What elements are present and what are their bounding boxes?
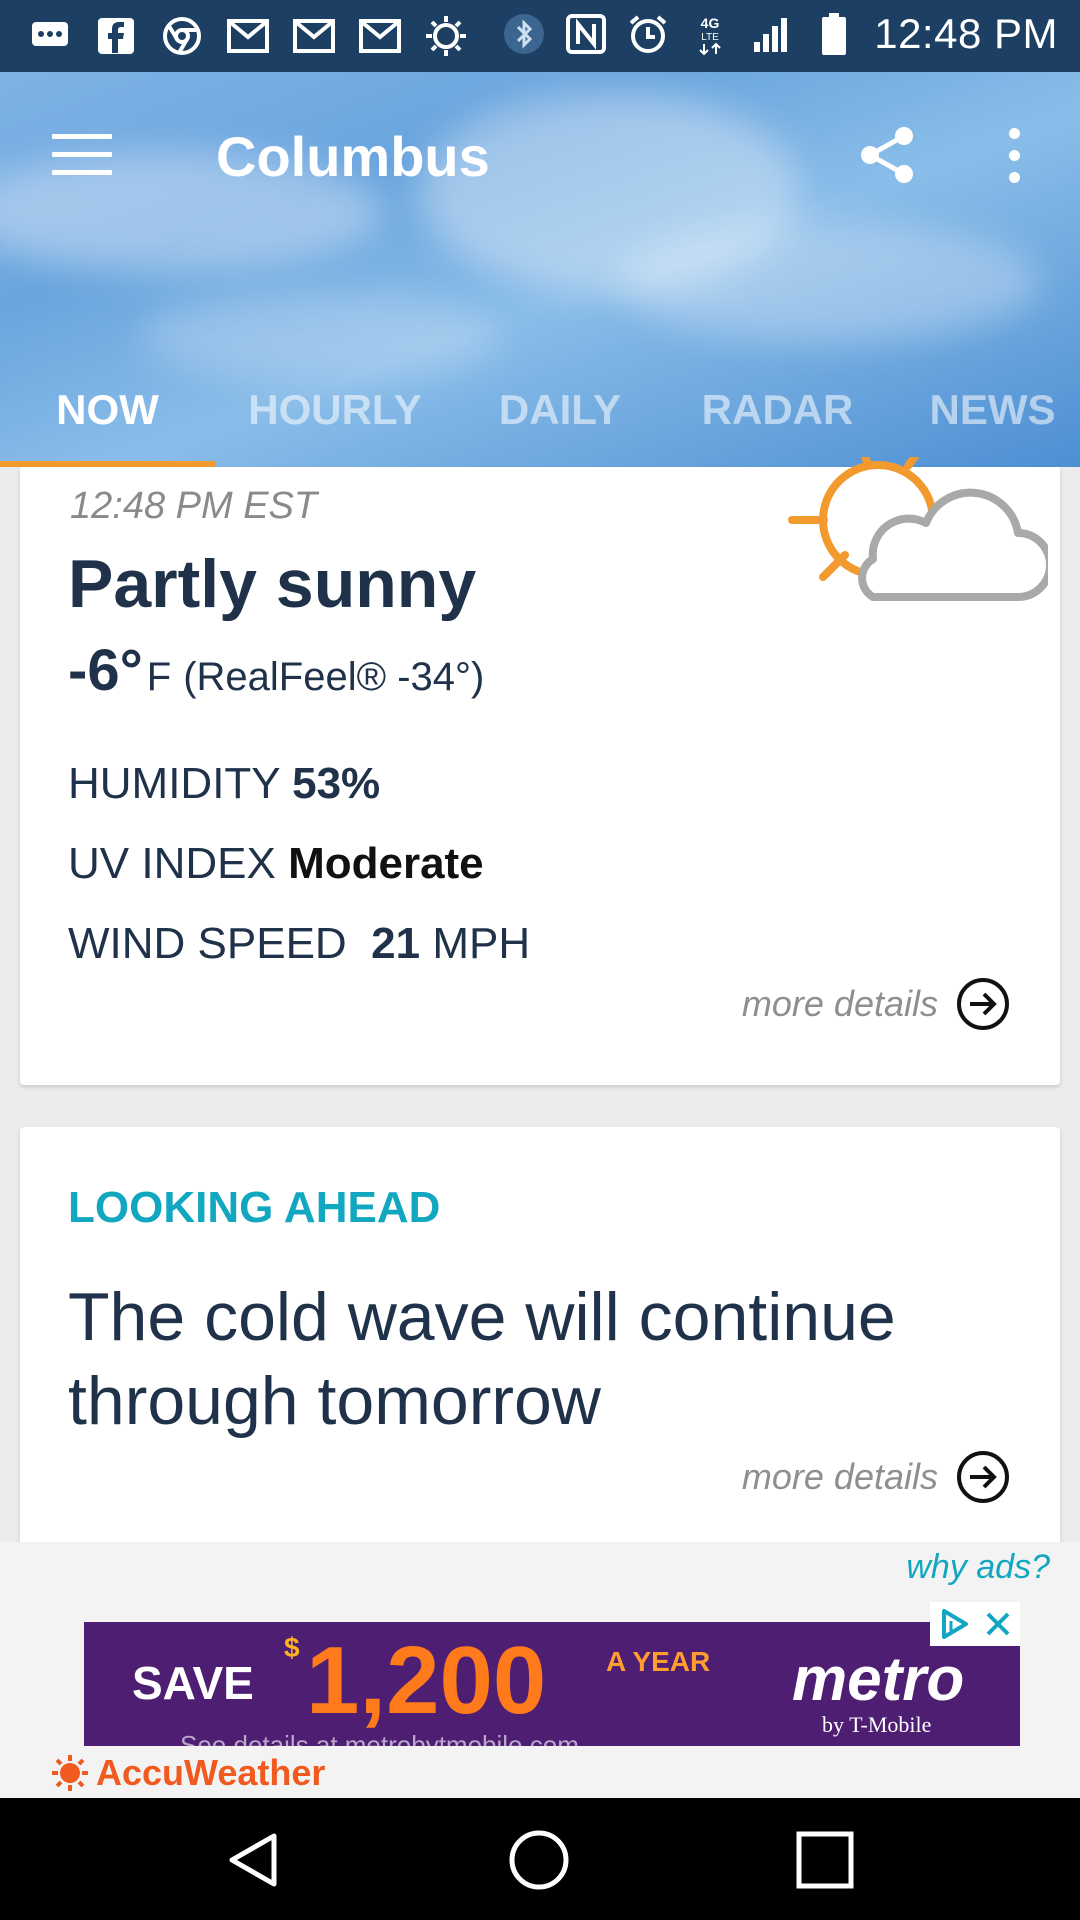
tab-hourly[interactable]: HOURLY: [230, 352, 440, 467]
home-icon[interactable]: [507, 1828, 571, 1892]
arrow-right-circle-icon: [957, 978, 1009, 1030]
back-icon[interactable]: [222, 1828, 286, 1892]
accuweather-text: AccuWeather: [96, 1752, 326, 1793]
more-details-link[interactable]: more details: [742, 977, 1010, 1031]
wind-speed-label: WIND SPEED: [68, 919, 347, 968]
battery-icon: [812, 12, 856, 56]
tab-bar: NOW HOURLY DAILY RADAR NEWS: [0, 352, 1080, 467]
menu-icon[interactable]: [52, 134, 112, 180]
4g-lte-icon: 4G LTE: [688, 12, 732, 56]
ad-area: why ads? SAVE $ 1,200 A YEAR metro by T-…: [0, 1542, 1080, 1798]
ad-fine-print: See details at metrobytmobile.com: [180, 1730, 579, 1746]
tab-news[interactable]: NEWS: [900, 352, 1080, 467]
temperature-unit: F: [146, 655, 172, 699]
condition-text: Partly sunny: [68, 546, 477, 622]
humidity-label: HUMIDITY: [68, 759, 280, 808]
ad-brand-sub: by T-Mobile: [822, 1712, 932, 1737]
gmail-icon: [226, 14, 270, 58]
sun-icon: [52, 1755, 88, 1791]
page-title: Columbus: [216, 125, 490, 188]
wind-speed-row: WIND SPEED 21 MPH: [68, 919, 530, 969]
humidity-row: HUMIDITY 53%: [68, 759, 380, 809]
temperature-value: -6°: [68, 638, 143, 703]
ad-amount: 1,200: [306, 1627, 547, 1734]
accuweather-logo: AccuWeather: [50, 1752, 325, 1794]
nfc-icon: [564, 12, 608, 56]
tab-daily[interactable]: DAILY: [470, 352, 650, 467]
section-title: LOOKING AHEAD: [68, 1183, 441, 1232]
svg-text:LTE: LTE: [701, 32, 719, 43]
more-details-link[interactable]: more details: [742, 1450, 1010, 1504]
ad-close-icon[interactable]: [975, 1602, 1020, 1646]
svg-text:4G: 4G: [701, 15, 720, 31]
tab-now[interactable]: NOW: [0, 352, 215, 467]
signal-icon: [750, 12, 794, 56]
recents-icon[interactable]: [793, 1828, 857, 1892]
partly-sunny-icon: [768, 448, 1054, 617]
app-header: Columbus NOW HOURLY DAILY RADAR NEWS: [0, 72, 1080, 467]
bluetooth-icon: [502, 12, 546, 56]
observation-time: 12:48 PM EST: [70, 485, 318, 527]
wind-speed-value: 21: [371, 919, 421, 968]
share-icon[interactable]: [856, 124, 918, 186]
brightness-icon: [424, 14, 468, 58]
more-details-label: more details: [741, 983, 938, 1024]
system-nav-bar: [0, 1798, 1080, 1920]
looking-ahead-card[interactable]: LOOKING AHEAD The cold wave will continu…: [20, 1127, 1060, 1547]
ad-banner[interactable]: SAVE $ 1,200 A YEAR metro by T-Mobile Se…: [84, 1622, 1020, 1746]
uv-index-label: UV INDEX: [68, 839, 276, 888]
overflow-menu-icon[interactable]: [1000, 128, 1028, 184]
arrow-right-circle-icon: [957, 1451, 1009, 1503]
gmail-icon: [358, 14, 402, 58]
alarm-icon: [626, 12, 670, 56]
ad-dollar-sign: $: [284, 1632, 300, 1663]
forecast-headline: The cold wave will continue through tomo…: [68, 1279, 896, 1439]
current-conditions-card[interactable]: 12:48 PM EST Partly sunny -6° F (RealFee…: [20, 448, 1060, 1085]
ad-period: A YEAR: [606, 1646, 711, 1677]
wind-speed-unit: MPH: [432, 919, 531, 968]
facebook-icon: [94, 14, 138, 58]
chat-icon: [28, 14, 72, 58]
tab-radar[interactable]: RADAR: [680, 352, 875, 467]
ad-brand: metro: [792, 1645, 965, 1714]
gmail-icon: [292, 14, 336, 58]
uv-index-row: UV INDEX Moderate: [68, 839, 484, 889]
uv-index-value: Moderate: [288, 839, 484, 888]
status-time: 12:48 PM: [874, 10, 1058, 57]
why-ads-link[interactable]: why ads?: [906, 1548, 1050, 1587]
ad-save-text: SAVE: [132, 1657, 254, 1709]
chrome-icon: [160, 14, 204, 58]
ad-choices: [930, 1602, 1020, 1646]
realfeel-text: (RealFeel® -34°): [183, 655, 485, 699]
status-bar: 4G LTE 12:48 PM: [0, 0, 1080, 72]
temperature-row: -6° F (RealFeel® -34°): [68, 637, 484, 704]
more-details-label: more details: [741, 1456, 938, 1497]
humidity-value: 53%: [292, 759, 381, 808]
adchoices-icon[interactable]: [930, 1602, 975, 1646]
